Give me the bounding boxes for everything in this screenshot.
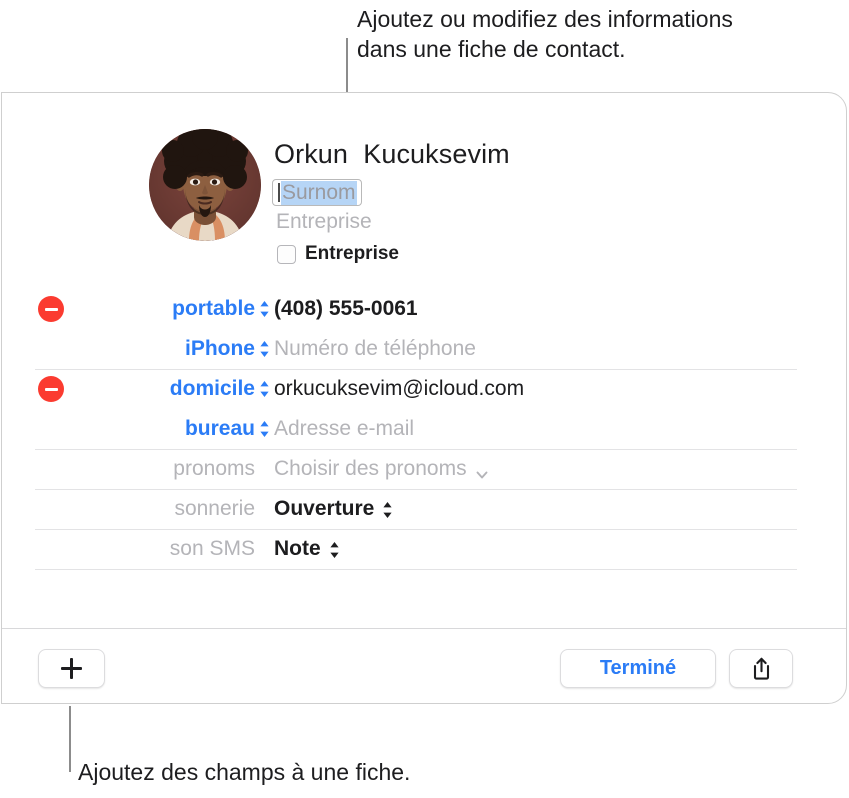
- share-icon: [751, 657, 772, 680]
- field-value[interactable]: Choisir des pronoms: [274, 457, 489, 481]
- field-value-text: Numéro de téléphone: [274, 337, 476, 360]
- card-footer: Terminé: [2, 629, 846, 703]
- remove-field-button[interactable]: [38, 296, 64, 322]
- contact-fields: portable (408) 555-0061 iPhone Numéro de té…: [2, 289, 846, 570]
- field-label[interactable]: portable: [172, 297, 255, 321]
- field-label[interactable]: iPhone: [185, 337, 255, 361]
- field-label: son SMS: [169, 537, 255, 560]
- top-callout-text: Ajoutez ou modifiez des informations dan…: [357, 6, 733, 62]
- field-value-text: orkucuksevim@icloud.com: [274, 377, 525, 400]
- company-toggle[interactable]: Entreprise: [277, 243, 399, 265]
- field-label: pronoms: [173, 457, 255, 480]
- plus-icon: [61, 658, 82, 679]
- field-value-text: Adresse e-mail: [274, 417, 415, 440]
- row-separator: [35, 569, 797, 570]
- share-button[interactable]: [729, 649, 793, 688]
- field-row: pronoms Choisir des pronoms: [2, 449, 846, 489]
- field-value[interactable]: Adresse e-mail: [274, 417, 414, 441]
- value-stepper-icon[interactable]: [382, 501, 393, 519]
- field-value-text: (408) 555-0061: [274, 297, 418, 320]
- field-label[interactable]: bureau: [185, 417, 255, 441]
- label-stepper-icon[interactable]: [259, 420, 270, 438]
- field-value[interactable]: (408) 555-0061: [274, 297, 418, 321]
- company-input[interactable]: Entreprise: [276, 210, 372, 234]
- field-value-text: Ouverture: [274, 497, 375, 520]
- label-stepper-icon[interactable]: [259, 380, 270, 398]
- field-value-text: Choisir des pronoms: [274, 457, 467, 480]
- nickname-placeholder-text: Surnom: [281, 180, 357, 205]
- text-caret: [278, 183, 280, 202]
- field-value-text: Note: [274, 537, 321, 560]
- field-value[interactable]: orkucuksevim@icloud.com: [274, 377, 524, 401]
- field-row: domicile orkucuksevim@icloud.com: [2, 369, 846, 409]
- nickname-input[interactable]: Surnom: [272, 179, 362, 206]
- field-label: sonnerie: [174, 497, 255, 520]
- field-value[interactable]: Note: [274, 537, 340, 561]
- contact-name[interactable]: Orkun Kucuksevim: [274, 139, 510, 170]
- field-row: son SMS Note: [2, 529, 846, 569]
- field-row: portable (408) 555-0061: [2, 289, 846, 329]
- label-stepper-icon[interactable]: [259, 300, 270, 318]
- field-label[interactable]: domicile: [170, 377, 255, 401]
- field-row: iPhone Numéro de téléphone: [2, 329, 846, 369]
- company-toggle-label: Entreprise: [305, 243, 399, 264]
- contact-photo[interactable]: [149, 129, 261, 241]
- field-value[interactable]: Ouverture: [274, 497, 393, 521]
- bottom-callout-text: Ajoutez des champs à une fiche.: [78, 759, 411, 785]
- chevron-down-icon[interactable]: [475, 464, 489, 479]
- add-field-button[interactable]: [38, 649, 105, 688]
- done-button-label: Terminé: [599, 657, 677, 679]
- label-stepper-icon[interactable]: [259, 340, 270, 358]
- remove-field-button[interactable]: [38, 376, 64, 402]
- value-stepper-icon[interactable]: [329, 541, 340, 559]
- done-button[interactable]: Terminé: [560, 649, 716, 688]
- field-row: sonnerie Ouverture: [2, 489, 846, 529]
- contact-card: Orkun Kucuksevim Surnom Entreprise Entre…: [1, 92, 847, 704]
- bottom-callout-leader-line: [69, 706, 71, 772]
- field-value[interactable]: Numéro de téléphone: [274, 337, 476, 361]
- field-row: bureau Adresse e-mail: [2, 409, 846, 449]
- contact-header: Orkun Kucuksevim Surnom Entreprise Entre…: [2, 93, 846, 289]
- company-checkbox[interactable]: [277, 244, 296, 264]
